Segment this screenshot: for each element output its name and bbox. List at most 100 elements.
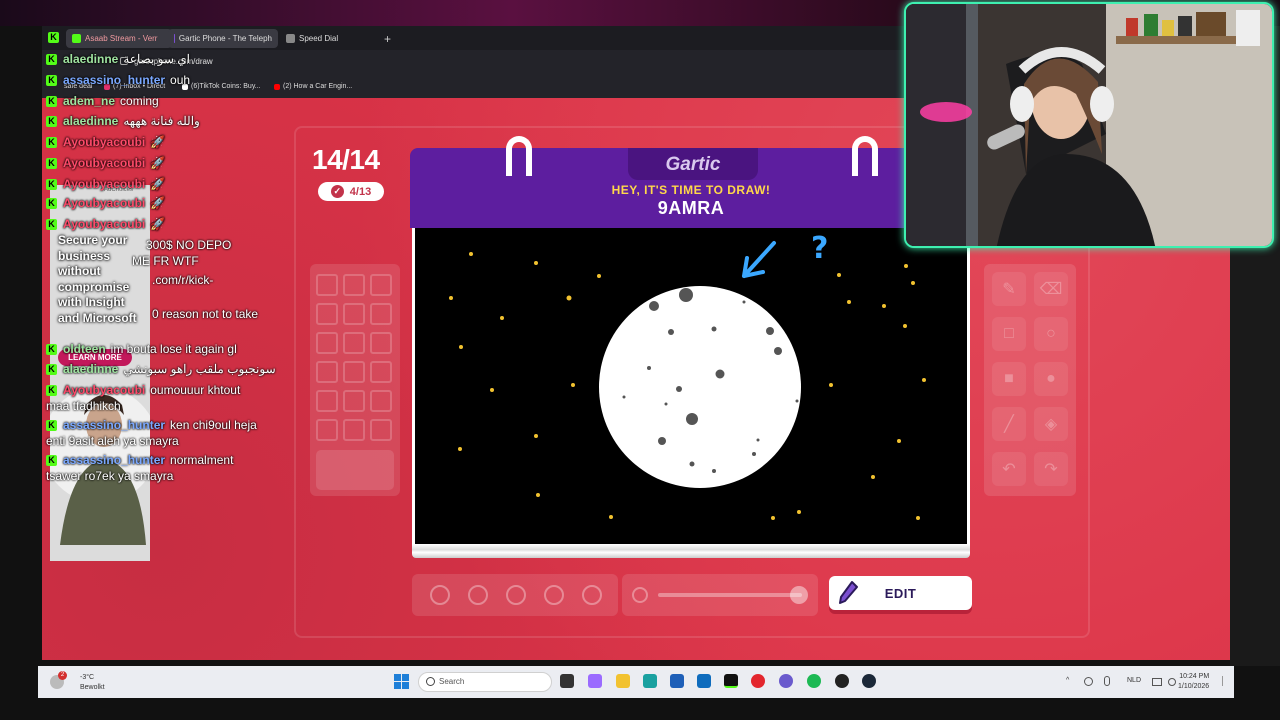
network-tray-icon[interactable]: [1084, 677, 1093, 686]
opacity-track[interactable]: [658, 593, 802, 597]
chat-message: 0 reason not to take: [152, 307, 259, 321]
volume-icon[interactable]: [1168, 678, 1176, 686]
messenger-icon[interactable]: [779, 674, 793, 688]
palette-slot[interactable]: [343, 303, 365, 325]
logo-tab: Gartic: [628, 148, 758, 180]
palette-slot[interactable]: [370, 332, 392, 354]
youtube-icon: [274, 83, 280, 90]
task-view-icon[interactable]: [560, 674, 574, 688]
palette-slot[interactable]: [316, 390, 338, 412]
kick-app-icon[interactable]: [724, 674, 738, 688]
palette-slot[interactable]: [370, 274, 392, 296]
brush-size-option[interactable]: [544, 585, 564, 605]
bookmark-item[interactable]: (6)TikTok Coins: Buy...: [182, 83, 261, 90]
gartic-tab-icon: [174, 34, 175, 43]
sketchbook-header: Gartic HEY, IT'S TIME TO DRAW! 9AMRA: [410, 148, 972, 228]
brush-size-option[interactable]: [582, 585, 602, 605]
chat-message: ME FR WTF: [132, 254, 199, 268]
fill-bucket-icon[interactable]: ◈: [1034, 407, 1068, 441]
chat-message: maa tfadhikch: [46, 399, 121, 413]
palette-slot[interactable]: [316, 274, 338, 296]
chat-message: Kalaedinne والله فنانة هههه: [46, 114, 200, 128]
edit-button[interactable]: EDIT: [829, 576, 972, 610]
edit-label: EDIT: [884, 585, 917, 601]
palette-slot[interactable]: [316, 332, 338, 354]
palette-slot[interactable]: [343, 419, 365, 441]
custom-color-slot[interactable]: [316, 450, 394, 490]
spotify-icon[interactable]: [807, 674, 821, 688]
chat-message: 300$ NO DEPO: [146, 238, 232, 252]
kick-tab-icon: [72, 34, 81, 43]
opacity-knob[interactable]: [790, 586, 808, 604]
chat-message: K Ayoubyacoubi oumouuur khtout: [46, 383, 240, 397]
palette-slot[interactable]: [343, 332, 365, 354]
draw-prompt: HEY, IT'S TIME TO DRAW!: [611, 183, 771, 197]
opacity-slider[interactable]: [622, 574, 818, 616]
sketchbook-pages: [412, 544, 970, 558]
palette-slot[interactable]: [370, 390, 392, 412]
brush-size-option[interactable]: [430, 585, 450, 605]
new-tab-button[interactable]: +: [384, 32, 391, 46]
palette-slot[interactable]: [370, 361, 392, 383]
palette-slot[interactable]: [370, 419, 392, 441]
steam-icon[interactable]: [862, 674, 876, 688]
palette-slot[interactable]: [316, 419, 338, 441]
pen-icon[interactable]: ✎: [992, 272, 1026, 306]
check-icon: ✓: [330, 185, 344, 198]
tab-gartic[interactable]: Gartic Phone - The Teleph: [168, 29, 278, 48]
chat-message: Kalaedinne سونجبوب ملقب راهو سبونشي: [46, 362, 276, 376]
undo-icon[interactable]: ↶: [992, 452, 1026, 486]
opera-icon[interactable]: [751, 674, 765, 688]
system-clock[interactable]: 10:24 PM 1/10/2026: [1178, 672, 1209, 692]
language-indicator[interactable]: NLD: [1127, 677, 1141, 684]
webcam-feed: [906, 4, 1272, 246]
palette-slot[interactable]: [316, 303, 338, 325]
outlook-icon[interactable]: [697, 674, 711, 688]
palette-slot[interactable]: [343, 274, 365, 296]
filled-rectangle-icon[interactable]: ■: [992, 362, 1026, 396]
chat-message: K Ayoubyacoubi 🚀: [46, 217, 165, 231]
palette-slot[interactable]: [343, 390, 365, 412]
bookmark-item[interactable]: (2) How a Car Engin...: [274, 83, 352, 90]
chat-message: K Ayoubyacoubi 🚀: [46, 177, 165, 191]
display-icon[interactable]: [1152, 678, 1162, 686]
brush-size-option[interactable]: [506, 585, 526, 605]
microphone-icon[interactable]: [1104, 676, 1110, 686]
obs-icon[interactable]: [835, 674, 849, 688]
weather-alert-badge: 2: [58, 671, 67, 680]
screen: 14/14 ✓ 4/13 ✎ ⌫ □ ○ ■ ● ╱ ◈ ↶ ↷ Gartic …: [0, 0, 1280, 720]
chat-message: .com/r/kick-: [152, 273, 214, 287]
start-button[interactable]: [394, 674, 409, 689]
store-icon[interactable]: [670, 674, 684, 688]
taskbar-search[interactable]: Search: [418, 672, 552, 692]
color-palette-panel: [310, 264, 400, 496]
palette-slot[interactable]: [316, 361, 338, 383]
tab-speed-dial[interactable]: Speed Dial: [280, 29, 370, 48]
tray-chevron-icon[interactable]: ^: [1066, 677, 1069, 684]
sketchbook: Gartic HEY, IT'S TIME TO DRAW! 9AMRA ?: [410, 136, 972, 560]
copilot-icon[interactable]: [588, 674, 602, 688]
streamer-webcam: [904, 2, 1274, 248]
weather-desc: Bewolkt: [80, 684, 105, 691]
brush-size-option[interactable]: [468, 585, 488, 605]
ellipse-icon[interactable]: ○: [1034, 317, 1068, 351]
tool-panel: ✎ ⌫ □ ○ ■ ● ╱ ◈ ↶ ↷: [984, 264, 1076, 496]
show-desktop-button[interactable]: [1222, 676, 1230, 686]
edge-icon[interactable]: [643, 674, 657, 688]
chat-message: tsawer ro7ek ya smayra: [46, 469, 174, 483]
file-explorer-icon[interactable]: [616, 674, 630, 688]
chat-message: K Ayoubyacoubi 🚀: [46, 196, 165, 210]
chat-message: Kalaedinne اي سو بصاعة: [46, 52, 190, 66]
binder-ring: [852, 136, 878, 176]
chat-message: Kassassino_hunter normalment: [46, 453, 233, 467]
rectangle-icon[interactable]: □: [992, 317, 1026, 351]
filled-ellipse-icon[interactable]: ●: [1034, 362, 1068, 396]
line-icon[interactable]: ╱: [992, 407, 1026, 441]
redo-icon[interactable]: ↷: [1034, 452, 1068, 486]
palette-slot[interactable]: [343, 361, 365, 383]
drawing-canvas[interactable]: ?: [412, 228, 970, 548]
speed-dial-icon: [286, 34, 295, 43]
tab-stream[interactable]: Asaab Stream - Verr: [66, 29, 172, 48]
palette-slot[interactable]: [370, 303, 392, 325]
eraser-icon[interactable]: ⌫: [1034, 272, 1068, 306]
